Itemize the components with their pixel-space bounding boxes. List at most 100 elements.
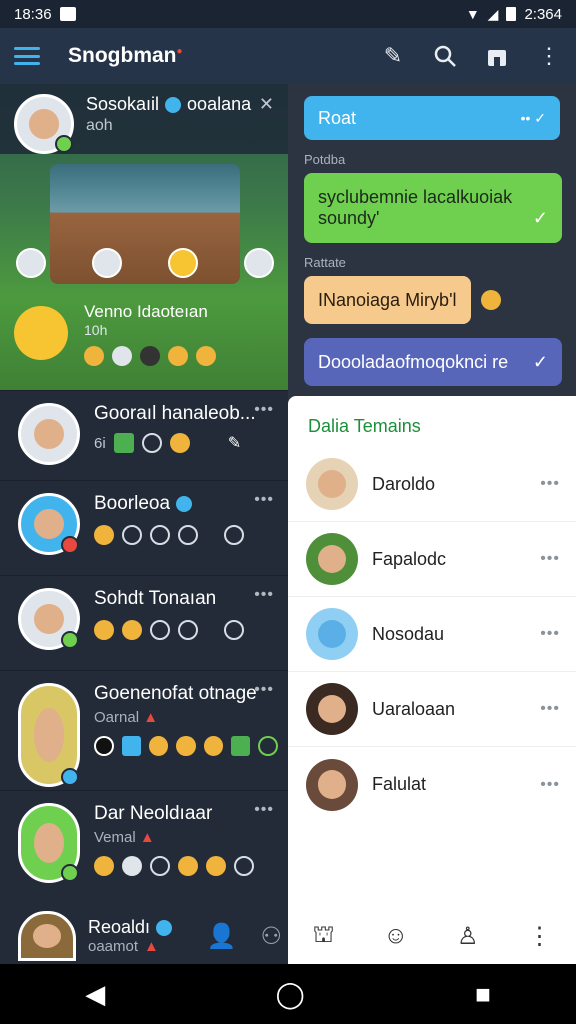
- chat-item[interactable]: Goenenofat otnage Oarnal ▲ •••: [0, 670, 288, 790]
- member-item[interactable]: Fapalodc •••: [288, 522, 576, 597]
- thread-pane: Roat •• ✓ Potdba syclubemnie lacalkuoiak…: [288, 84, 576, 964]
- laughing-emoji-icon: [14, 306, 68, 360]
- avatar: [14, 94, 74, 154]
- menu-icon[interactable]: [14, 47, 40, 65]
- emoji-icon: [203, 736, 224, 756]
- group-icon[interactable]: ⚇: [260, 922, 282, 951]
- clock: 18:36: [14, 5, 52, 23]
- chat-name: Reoaldı: [88, 917, 151, 937]
- reply-label: Roat: [318, 107, 357, 128]
- notification-icon: [59, 7, 76, 21]
- member-name: Nosodau: [372, 623, 445, 644]
- chat-item[interactable]: Boorleoa •••: [0, 480, 288, 575]
- chat-name: Gooraıl hanaleob...: [94, 403, 256, 424]
- chat-item[interactable]: Sohdt Tonaıan •••: [0, 575, 288, 670]
- featured-chat[interactable]: Sosokaıil ooalana aoh ✕ Venno Idaoteıan …: [0, 84, 288, 390]
- reply-input-bubble[interactable]: Roat •• ✓: [304, 96, 560, 140]
- avatar: [244, 248, 274, 278]
- chat-item[interactable]: Gooraıl hanaleob... 6i ✎ •••: [0, 390, 288, 480]
- emoji-icon: [480, 290, 501, 310]
- avatar: [18, 588, 80, 650]
- featured-name: Sosokaıil: [86, 94, 160, 114]
- avatar: [16, 248, 46, 278]
- more-options-icon[interactable]: •••: [540, 625, 560, 643]
- participants-row: [16, 248, 274, 278]
- feather-icon[interactable]: ✎: [380, 43, 406, 69]
- avatar: [306, 683, 358, 735]
- emoji-icon: [140, 346, 160, 366]
- wifi-icon: ▼: [465, 6, 480, 22]
- message-bubble[interactable]: syclubemnie lacalkuoiak soundy' ✓: [304, 173, 562, 243]
- contacts-icon[interactable]: 👤: [207, 922, 237, 951]
- battery-text: 2:364: [524, 5, 562, 23]
- emoji-icon[interactable]: ☺: [384, 922, 409, 950]
- avatar: [18, 803, 80, 883]
- more-vert-icon[interactable]: ⋮: [536, 43, 562, 69]
- message-text: Doooladaofmoqoknci re: [318, 351, 509, 372]
- emoji-icon: [122, 856, 142, 876]
- chat-name: Boorleoa: [94, 493, 171, 514]
- read-check-icon: ✓: [532, 208, 548, 228]
- more-options-icon[interactable]: •••: [540, 700, 560, 718]
- member-item[interactable]: Uaraloaan •••: [288, 672, 576, 747]
- message-bubble[interactable]: Doooladaofmoqoknci re ✓: [304, 338, 562, 386]
- more-options-icon[interactable]: •••: [254, 681, 274, 699]
- verified-icon: [176, 496, 193, 512]
- back-icon[interactable]: ◀: [85, 979, 105, 1010]
- emoji-icon: [94, 736, 114, 756]
- message-bubble[interactable]: INanoiaga Miryb'l: [304, 276, 471, 324]
- more-options-icon[interactable]: •••: [254, 491, 274, 509]
- more-options-icon[interactable]: •••: [254, 401, 274, 419]
- verified-icon: [165, 96, 182, 113]
- groups-icon[interactable]: ⛫: [312, 921, 334, 951]
- popup-title: Dalia Temains: [308, 416, 421, 436]
- avatar: [18, 683, 80, 787]
- emoji-icon: [94, 620, 114, 640]
- featured-time: 10h: [84, 322, 108, 338]
- member-item[interactable]: Daroldo •••: [288, 447, 576, 522]
- avatar: [306, 758, 358, 811]
- status-bar: 18:36 ▼ ◢ 2:364: [0, 0, 576, 28]
- app-title: Snogbman●: [68, 44, 183, 67]
- message-text: soundy': [318, 208, 380, 228]
- avatar: [92, 248, 122, 278]
- emoji-icon: [258, 736, 278, 756]
- message-label: Rattate: [304, 255, 346, 270]
- search-icon[interactable]: [432, 43, 458, 69]
- chat-icon: [150, 856, 170, 876]
- chat-item[interactable]: Dar Neoldıaar Vemal ▲ •••: [0, 790, 288, 900]
- avatar: [306, 458, 358, 510]
- chat-icon: [122, 525, 142, 545]
- emoji-icon: [178, 856, 198, 876]
- profile-icon[interactable]: ♙: [457, 922, 479, 951]
- more-options-icon[interactable]: •••: [254, 801, 274, 819]
- mute-icon: ✎: [227, 435, 242, 452]
- member-item[interactable]: Falulat •••: [288, 747, 576, 822]
- chat-item[interactable]: Reoaldı oaamot ▲ 👤 ⚇: [0, 908, 288, 964]
- more-options-icon[interactable]: •••: [540, 776, 560, 794]
- reply-icon: [234, 856, 254, 876]
- more-options-icon[interactable]: •••: [540, 475, 560, 493]
- signal-icon: ◢: [487, 5, 499, 22]
- featured-handle: ooalana: [187, 94, 252, 114]
- member-item[interactable]: Nosodau •••: [288, 597, 576, 672]
- home-icon[interactable]: ◯: [276, 979, 305, 1010]
- close-icon[interactable]: ✕: [259, 94, 274, 115]
- emoji-icon: [148, 736, 169, 756]
- recents-icon[interactable]: ■: [475, 979, 491, 1010]
- more-vert-icon[interactable]: ⋮: [527, 922, 551, 951]
- emoji-icon: [169, 433, 190, 453]
- emoji-icon: [94, 525, 114, 545]
- avatar: [18, 911, 76, 961]
- chat-name: Sohdt Tonaıan: [94, 588, 217, 609]
- more-options-icon[interactable]: •••: [540, 550, 560, 568]
- featured-title: Venno Idaoteıan: [84, 302, 208, 321]
- emoji-icon: [176, 736, 196, 756]
- store-icon[interactable]: [484, 43, 510, 69]
- emoji-icon: [94, 856, 114, 876]
- emoji-icon: [168, 346, 188, 366]
- bottom-bar: Reoaldı oaamot ▲ 👤 ⚇ ⛫ ☺ ♙ ⋮: [0, 908, 576, 964]
- avatar: [168, 248, 198, 278]
- more-options-icon[interactable]: •••: [254, 586, 274, 604]
- avatar: [18, 403, 80, 465]
